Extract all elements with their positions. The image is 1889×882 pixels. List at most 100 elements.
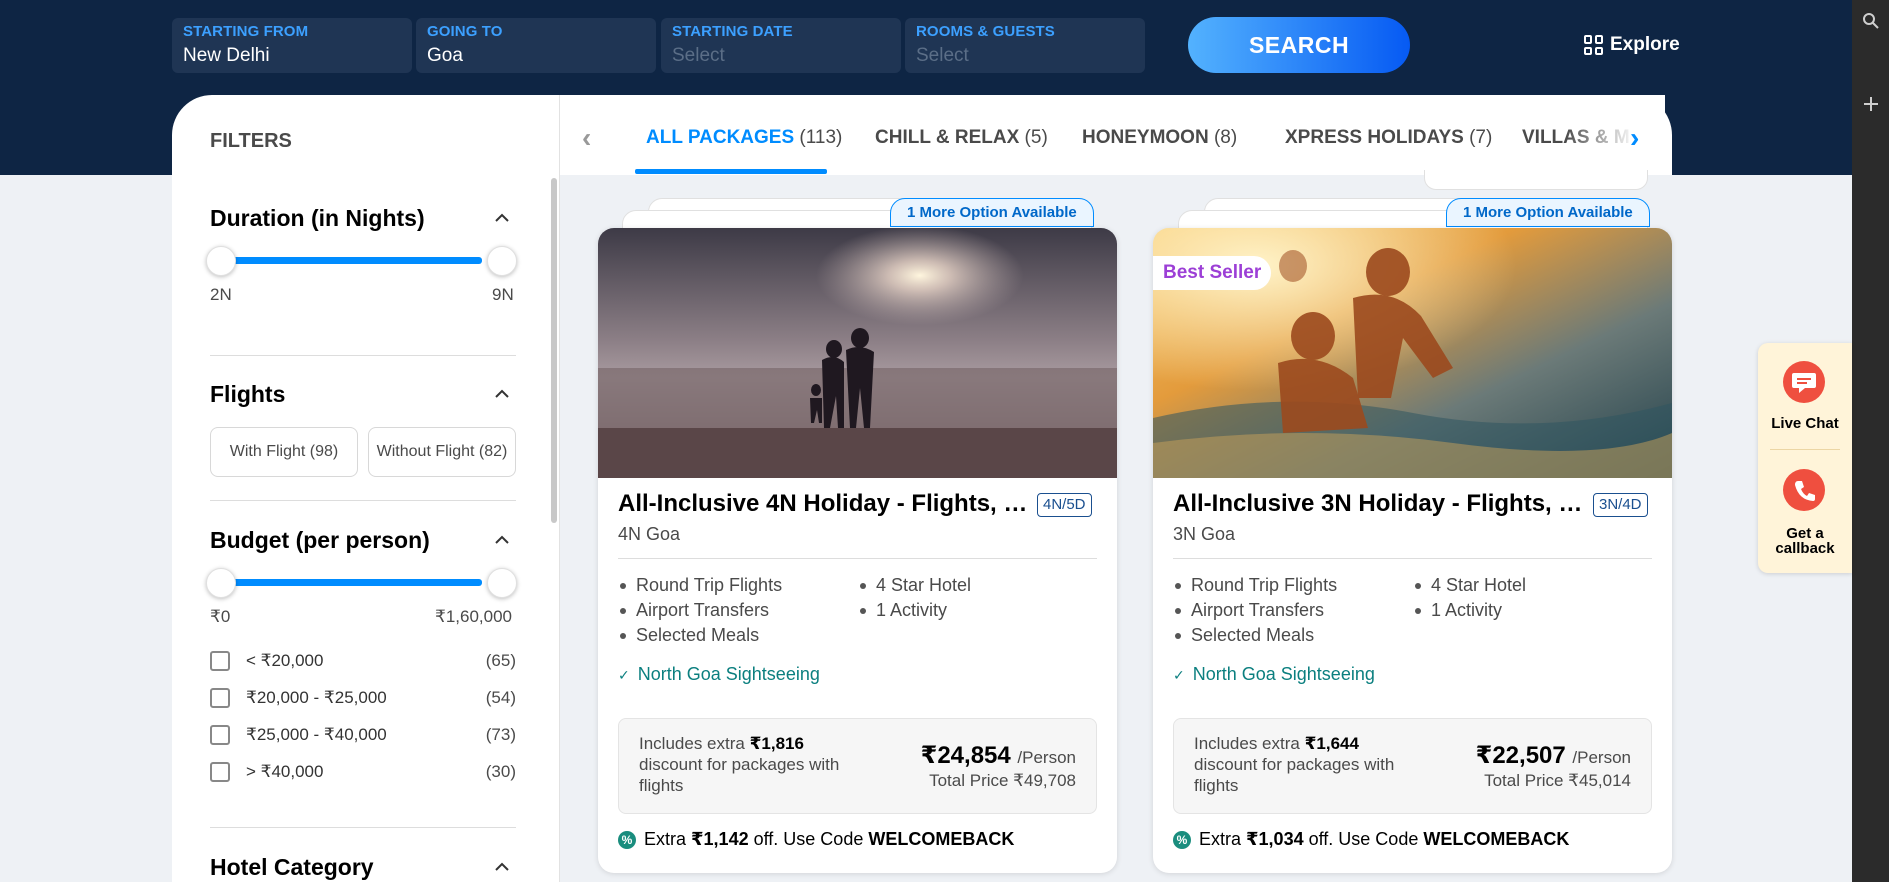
checkbox[interactable] (210, 651, 230, 671)
budget-option[interactable]: ₹25,000 - ₹40,000 (73) (210, 723, 516, 749)
filters-sidebar: Duration (in Nights) 2N 9N Flights With … (172, 175, 560, 882)
feature-item: Round Trip Flights (618, 573, 782, 598)
check-icon: ✓ (618, 667, 630, 683)
duration-title: Duration (in Nights) (210, 205, 425, 231)
budget-option-label: < ₹20,000 (246, 651, 324, 670)
budget-max-handle[interactable] (487, 568, 517, 598)
price-unit: /Person (1572, 748, 1631, 767)
tab-count: (8) (1213, 127, 1238, 148)
dropdown-edge (1424, 170, 1648, 190)
coupon-prefix: Extra (644, 829, 692, 849)
chevron-up-icon[interactable] (494, 210, 510, 226)
search-button[interactable]: SEARCH (1188, 17, 1410, 73)
chevron-up-icon[interactable] (494, 386, 510, 402)
starting-date-label: STARTING DATE (672, 23, 793, 40)
discount-suffix: discount for packages with flights (1194, 755, 1395, 795)
tab-xpress-holidays[interactable]: XPRESS HOLIDAYS (7) (1285, 125, 1492, 151)
without-flight-chip[interactable]: Without Flight (82) (368, 427, 516, 477)
duration-max-handle[interactable] (487, 246, 517, 276)
tab-chill-relax[interactable]: CHILL & RELAX (5) (875, 125, 1048, 151)
budget-min-label: ₹0 (210, 607, 231, 626)
package-subtitle: 4N Goa (618, 524, 681, 544)
chevron-left-icon[interactable]: ‹ (582, 124, 591, 152)
discount-badge-icon: % (618, 830, 636, 849)
tab-all-packages[interactable]: ALL PACKAGES (113) (646, 125, 842, 151)
check-icon: ✓ (1173, 667, 1185, 683)
chevron-up-icon[interactable] (494, 532, 510, 548)
tab-count: (7) (1469, 127, 1493, 148)
sidebar-scrollbar[interactable] (551, 178, 557, 523)
budget-option-label: ₹20,000 - ₹25,000 (246, 688, 387, 707)
checkbox[interactable] (210, 688, 230, 708)
chat-icon[interactable] (1783, 361, 1825, 403)
discount-prefix: Includes extra (1194, 734, 1305, 753)
feature-item: 1 Activity (858, 598, 947, 623)
package-title[interactable]: All-Inclusive 3N Holiday - Flights, Sigh… (1173, 490, 1583, 518)
callback-label-line1[interactable]: Get a (1758, 526, 1852, 541)
price-per-person: ₹24,854 /Person (921, 741, 1076, 770)
discount-suffix: discount for packages with flights (639, 755, 840, 795)
going-to-field[interactable]: GOING TO Goa (416, 18, 656, 73)
rooms-guests-field[interactable]: ROOMS & GUESTS Select (905, 18, 1145, 73)
price-value: ₹22,507 (1475, 742, 1566, 769)
feature-item: 4 Star Hotel (858, 573, 971, 598)
checkbox[interactable] (210, 725, 230, 745)
package-title[interactable]: All-Inclusive 4N Holiday - Flights, Sigh… (618, 490, 1028, 518)
coupon-text: off. Use Code (753, 829, 864, 849)
sightseeing-item: ✓ North Goa Sightseeing (618, 664, 820, 685)
chevron-up-icon[interactable] (494, 859, 510, 875)
coupon-offer: % Extra ₹1,034 off. Use Code WELCOMEBACK (1173, 829, 1569, 850)
tab-count: (113) (799, 127, 843, 148)
rooms-guests-placeholder: Select (916, 45, 969, 66)
plus-icon[interactable] (1862, 95, 1880, 113)
budget-option[interactable]: < ₹20,000 (65) (210, 649, 516, 675)
duration-min-handle[interactable] (206, 246, 236, 276)
budget-option-label: ₹25,000 - ₹40,000 (246, 725, 387, 744)
starting-date-placeholder: Select (672, 45, 725, 66)
tab-label: ALL PACKAGES (646, 127, 795, 148)
discount-badge-icon: % (1173, 830, 1191, 849)
budget-slider-track[interactable] (232, 579, 482, 586)
with-flight-chip[interactable]: With Flight (98) (210, 427, 358, 477)
phone-icon[interactable] (1783, 469, 1825, 511)
package-card[interactable]: Best Seller All-Inclusive 3N Holiday - F… (1153, 228, 1672, 873)
explore-label: Explore (1610, 34, 1680, 55)
tab-label: XPRESS HOLIDAYS (1285, 127, 1464, 148)
search-icon[interactable] (1862, 12, 1880, 30)
package-card[interactable]: All-Inclusive 4N Holiday - Flights, Sigh… (598, 228, 1117, 873)
duration-max-label: 9N (492, 285, 514, 304)
tab-label: CHILL & RELAX (875, 127, 1020, 148)
divider (210, 827, 516, 828)
divider (618, 558, 1097, 559)
filters-title: FILTERS (210, 130, 292, 152)
discount-prefix: Includes extra (639, 734, 750, 753)
feature-item: Airport Transfers (1173, 598, 1324, 623)
live-chat-label[interactable]: Live Chat (1758, 416, 1852, 431)
coupon-code: WELCOMEBACK (868, 829, 1015, 849)
active-tab-indicator (635, 169, 827, 174)
browser-side-strip (1852, 0, 1889, 882)
duration-slider-track[interactable] (232, 257, 482, 264)
explore-link[interactable]: Explore (1584, 32, 1680, 58)
starting-date-field[interactable]: STARTING DATE Select (661, 18, 901, 73)
total-price: Total Price ₹49,708 (929, 771, 1076, 790)
checkbox[interactable] (210, 762, 230, 782)
divider (1770, 449, 1840, 450)
help-widget: Live Chat Get a callback (1758, 343, 1852, 573)
feature-item: Selected Meals (1173, 623, 1314, 648)
beach-family-photo (598, 228, 1117, 478)
tab-honeymoon[interactable]: HONEYMOON (8) (1082, 125, 1237, 151)
best-seller-badge: Best Seller (1153, 256, 1272, 290)
more-option-badge[interactable]: 1 More Option Available (1446, 198, 1650, 227)
discount-note: Includes extra ₹1,816 discount for packa… (639, 733, 859, 796)
budget-option[interactable]: ₹20,000 - ₹25,000 (54) (210, 686, 516, 712)
budget-option[interactable]: > ₹40,000 (30) (210, 760, 516, 786)
more-option-badge[interactable]: 1 More Option Available (890, 198, 1094, 227)
chevron-right-icon[interactable]: › (1630, 124, 1639, 152)
discount-amount: ₹1,644 (1304, 734, 1359, 753)
discount-amount: ₹1,816 (749, 734, 804, 753)
starting-from-field[interactable]: STARTING FROM New Delhi (172, 18, 412, 73)
budget-min-handle[interactable] (206, 568, 236, 598)
filters-header: FILTERS (172, 95, 560, 175)
callback-label-line2[interactable]: callback (1758, 541, 1852, 556)
